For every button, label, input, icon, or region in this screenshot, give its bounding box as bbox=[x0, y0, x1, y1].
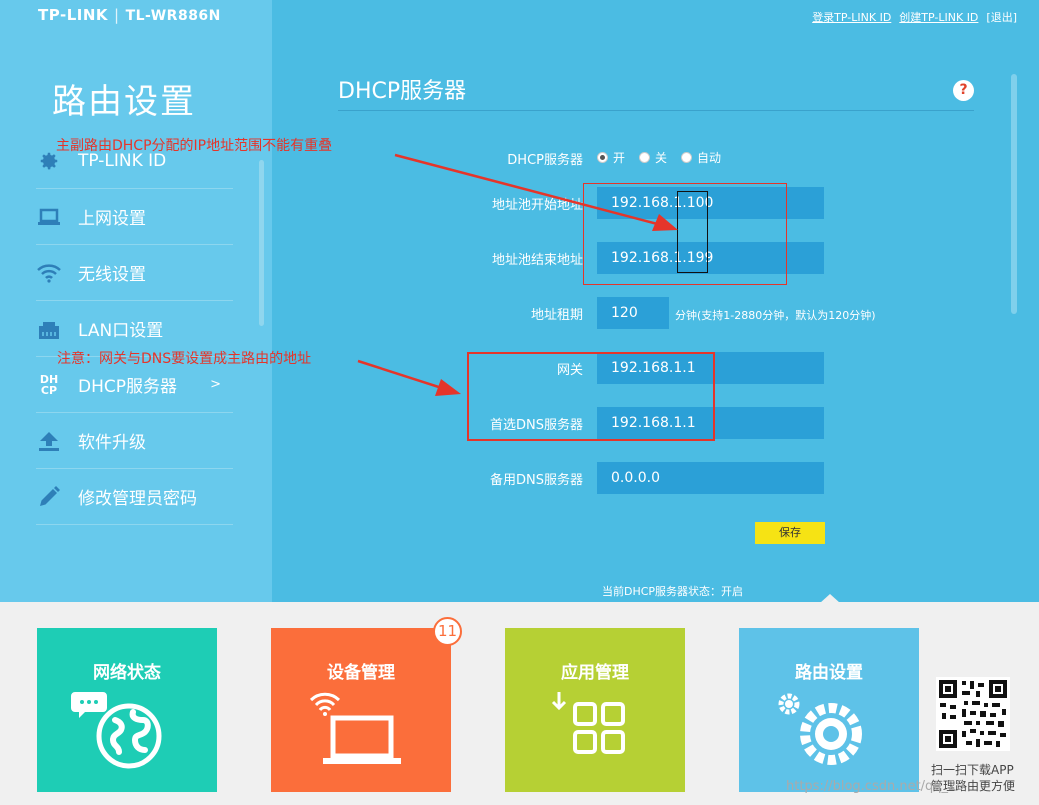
tile-label: 路由设置 bbox=[795, 663, 863, 683]
apps-grid-icon bbox=[551, 692, 625, 754]
device-count-badge: 11 bbox=[433, 617, 462, 646]
watermark: https://blog.csdn.net/qq_29 bbox=[786, 779, 965, 794]
globe-chat-icon bbox=[71, 692, 162, 769]
tile-label: 应用管理 bbox=[561, 663, 629, 683]
laptop-wifi-icon bbox=[309, 692, 401, 764]
tile-app-management[interactable]: 应用管理 bbox=[505, 628, 685, 792]
tile-label: 网络状态 bbox=[93, 663, 161, 683]
tile-router-settings[interactable]: 路由设置 bbox=[739, 628, 919, 792]
qr-caption-line1: 扫一扫下载APP bbox=[931, 763, 1014, 777]
tile-device-management[interactable]: 设备管理 bbox=[271, 628, 451, 792]
tile-label: 设备管理 bbox=[327, 663, 395, 683]
gears-icon bbox=[778, 693, 862, 765]
qr-code bbox=[936, 677, 1010, 751]
tile-network-status[interactable]: 网络状态 bbox=[37, 628, 217, 792]
